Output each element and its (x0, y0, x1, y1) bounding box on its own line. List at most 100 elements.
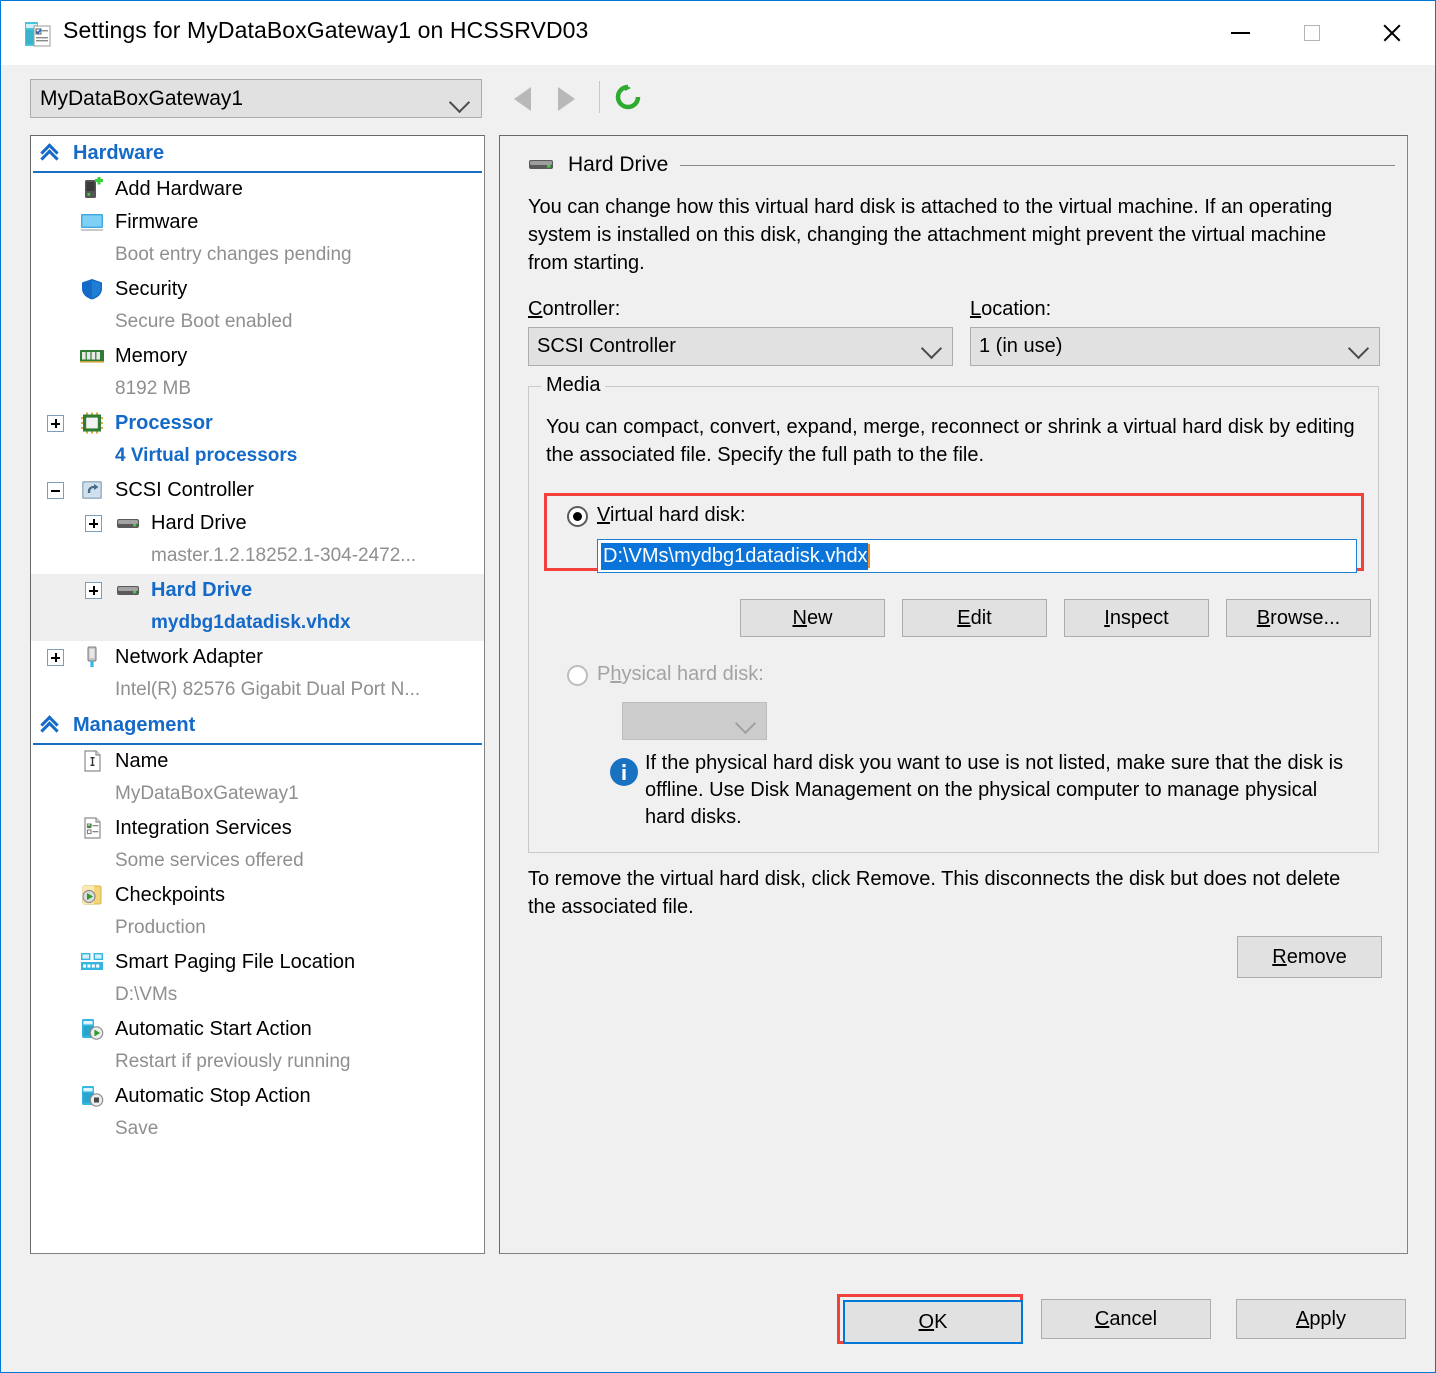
tree-item-name[interactable]: Name MyDataBoxGateway1 (31, 745, 484, 812)
tree-item-hard-drive[interactable]: Hard Drive master.1.2.18252.1-304-2472... (31, 507, 484, 574)
minimize-button[interactable] (1209, 1, 1271, 65)
checkpoints-icon (79, 883, 106, 908)
location-dropdown[interactable]: 1 (in use) (970, 327, 1380, 366)
panel-description: You can change how this virtual hard dis… (528, 196, 1333, 274)
tree-item-sublabel: Secure Boot enabled (115, 311, 293, 332)
cancel-button[interactable]: Cancel (1041, 1299, 1211, 1339)
inspect-button-label: Inspect (1104, 606, 1169, 629)
network-adapter-icon (79, 645, 106, 670)
vm-selector-dropdown[interactable]: MyDataBoxGateway1 (30, 79, 482, 118)
settings-tree[interactable]: Hardware Add Hardware Firmware Boot entry c… (30, 135, 485, 1254)
tree-section-header-management[interactable]: Management (33, 708, 482, 745)
physical-hard-disk-dropdown[interactable] (622, 702, 767, 740)
firmware-icon (79, 210, 106, 235)
info-icon (609, 757, 639, 792)
collapse-icon[interactable] (47, 482, 64, 499)
tree-item-hard-drive[interactable]: Hard Drive mydbg1datadisk.vhdx (31, 574, 484, 641)
text-caret (867, 544, 870, 568)
tree-item-smart-paging-file-location[interactable]: Smart Paging File Location D:\VMs (31, 946, 484, 1013)
tree-item-checkpoints[interactable]: Checkpoints Production (31, 879, 484, 946)
ok-button[interactable]: OK (843, 1300, 1023, 1344)
ok-button-label: OK (918, 1310, 948, 1333)
media-description: You can compact, convert, expand, merge,… (546, 416, 1355, 466)
tree-item-automatic-stop-action[interactable]: Automatic Stop Action Save (31, 1080, 484, 1147)
tree-item-processor[interactable]: Processor 4 Virtual processors (31, 407, 484, 474)
tree-item-security[interactable]: Security Secure Boot enabled (31, 273, 484, 340)
tree-item-scsi-controller[interactable]: SCSI Controller (31, 474, 484, 507)
tree-item-sublabel: Restart if previously running (115, 1051, 351, 1072)
remove-button[interactable]: Remove (1237, 936, 1382, 978)
tree-item-memory[interactable]: Memory 8192 MB (31, 340, 484, 407)
apply-button[interactable]: Apply (1236, 1299, 1406, 1339)
tree-item-label: Processor (115, 412, 213, 434)
virtual-hard-disk-radio[interactable] (567, 506, 588, 527)
hard-drive-icon (528, 154, 554, 177)
maximize-button[interactable] (1281, 1, 1343, 65)
tree-section-label: Management (73, 714, 196, 736)
tree-item-label: Hard Drive (151, 579, 253, 601)
tree-item-automatic-start-action[interactable]: Automatic Start Action Restart if previou… (31, 1013, 484, 1080)
panel-title: Hard Drive (568, 153, 669, 176)
memory-icon (79, 344, 106, 369)
tree-item-sublabel: master.1.2.18252.1-304-2472... (151, 545, 417, 566)
expand-icon[interactable] (47, 649, 64, 666)
tree-item-sublabel: D:\VMs (115, 984, 178, 1005)
media-group-box: Media You can compact, convert, expand, … (528, 374, 1379, 853)
panel-header-rule (680, 164, 1395, 166)
location-value: 1 (in use) (979, 335, 1063, 357)
title-bar: Settings for MyDataBoxGateway1 on HCSSRV… (1, 1, 1435, 66)
tree-item-label: Hard Drive (151, 512, 247, 534)
tree-item-label: Security (115, 278, 188, 300)
back-arrow-icon[interactable] (514, 87, 531, 111)
edit-button[interactable]: Edit (902, 599, 1047, 637)
virtual-hard-disk-input[interactable]: D:\VMs\mydbg1datadisk.vhdx (597, 539, 1357, 573)
settings-dialog-window: Settings for MyDataBoxGateway1 on HCSSRV… (0, 0, 1436, 1373)
tree-item-sublabel: Intel(R) 82576 Gigabit Dual Port N... (115, 679, 421, 700)
expand-icon[interactable] (85, 582, 102, 599)
tree-item-label: Memory (115, 345, 188, 367)
forward-arrow-icon[interactable] (558, 87, 575, 111)
cancel-button-label: Cancel (1094, 1307, 1158, 1330)
auto-stop-icon (79, 1084, 106, 1109)
hard-drive-icon (115, 578, 142, 603)
tree-item-integration-services[interactable]: Integration Services Some services offere… (31, 812, 484, 879)
virtual-hard-disk-value: D:\VMs\mydbg1datadisk.vhdx (601, 542, 868, 570)
panel-header: Hard Drive (528, 150, 1395, 180)
inspect-button[interactable]: Inspect (1064, 599, 1209, 637)
physical-hard-disk-radio[interactable] (567, 665, 588, 686)
refresh-icon[interactable] (613, 82, 643, 117)
vm-selector-value: MyDataBoxGateway1 (40, 86, 244, 110)
new-button[interactable]: New (740, 599, 885, 637)
hard-drive-icon (115, 511, 142, 536)
controller-label: Controller: (528, 298, 621, 320)
location-label: Location: (970, 298, 1052, 320)
tree-item-label: SCSI Controller (115, 479, 254, 501)
tree-item-add-hardware[interactable]: Add Hardware (31, 173, 484, 206)
physical-disk-info-text: If the physical hard disk you want to us… (645, 752, 1344, 828)
window-title: Settings for MyDataBoxGateway1 on HCSSRV… (63, 17, 589, 43)
tree-item-label: Smart Paging File Location (115, 951, 356, 973)
tree-item-label: Automatic Start Action (115, 1018, 312, 1040)
tree-section-label: Hardware (73, 142, 165, 164)
close-button[interactable] (1361, 1, 1423, 65)
tree-section-header-hardware[interactable]: Hardware (33, 136, 482, 173)
tree-item-sublabel: Production (115, 917, 206, 938)
tree-item-network-adapter[interactable]: Network Adapter Intel(R) 82576 Gigabit Du… (31, 641, 484, 708)
browse-button[interactable]: Browse... (1226, 599, 1371, 637)
tree-item-label: Firmware (115, 211, 199, 233)
collapse-chevron-icon[interactable] (35, 143, 63, 168)
settings-vm-icon (23, 19, 53, 49)
expand-icon[interactable] (85, 515, 102, 532)
toolbar-separator (599, 81, 600, 113)
edit-button-label: Edit (957, 606, 992, 629)
tree-item-sublabel: Boot entry changes pending (115, 244, 352, 265)
browse-button-label: Browse... (1256, 606, 1341, 629)
expand-icon[interactable] (47, 415, 64, 432)
maximize-icon (1304, 25, 1320, 41)
tree-item-sublabel: Save (115, 1118, 159, 1139)
collapse-chevron-icon[interactable] (35, 715, 63, 740)
tree-item-sublabel: mydbg1datadisk.vhdx (151, 612, 351, 633)
tree-item-firmware[interactable]: Firmware Boot entry changes pending (31, 206, 484, 273)
processor-icon (79, 411, 106, 436)
controller-dropdown[interactable]: SCSI Controller (528, 327, 953, 366)
